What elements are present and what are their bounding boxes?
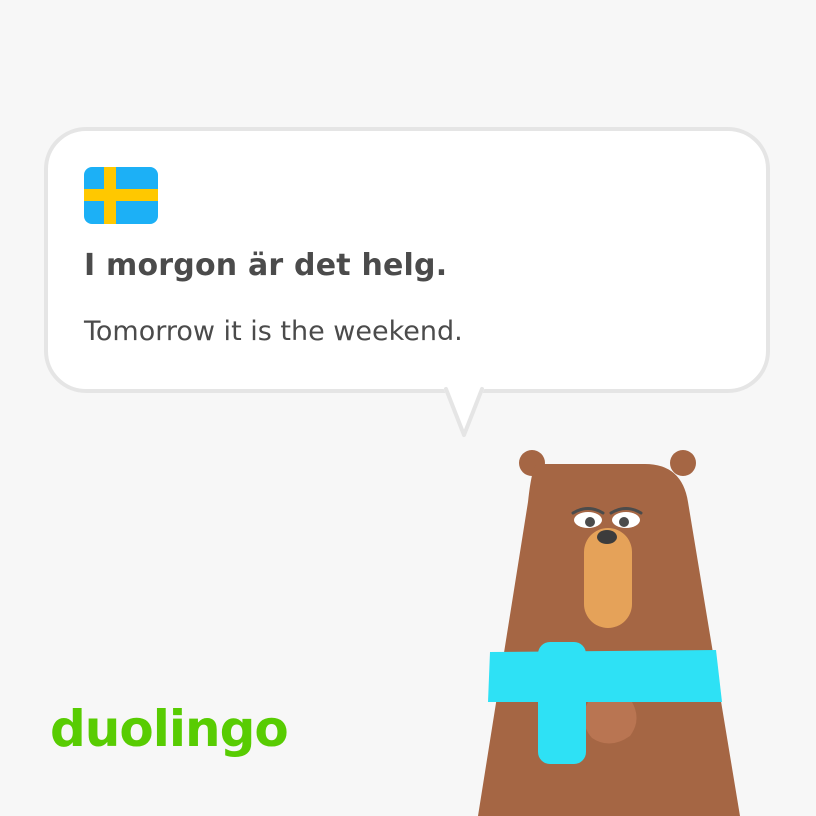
bear-nose [597, 530, 617, 544]
speech-bubble-tail [442, 385, 486, 437]
share-card: I morgon är det helg. Tomorrow it is the… [0, 0, 816, 816]
duolingo-logo: duolingo [50, 700, 289, 758]
sweden-flag-icon [84, 167, 158, 224]
bear-character-icon [478, 450, 740, 816]
sentence-translation: Tomorrow it is the weekend. [84, 316, 463, 347]
target-sentence: I morgon är det helg. [84, 248, 448, 283]
